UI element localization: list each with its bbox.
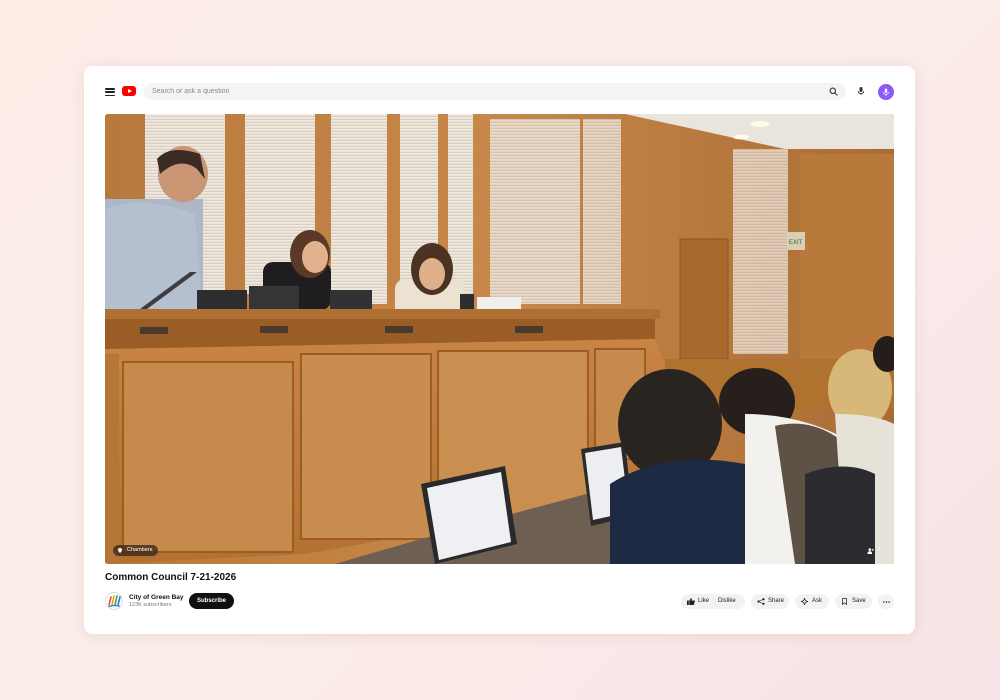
bookmark-icon (842, 598, 847, 605)
save-label: Save (852, 598, 866, 604)
youtube-logo-icon[interactable] (122, 86, 136, 96)
like-dislike-group: Like Dislike (681, 594, 745, 609)
subscriber-count: 123K subscribers (129, 602, 172, 608)
share-button[interactable]: Share (751, 594, 789, 609)
search-input[interactable] (152, 83, 812, 100)
like-button[interactable]: Like (681, 594, 713, 609)
viewer-count: 7 (865, 545, 884, 556)
location-chip[interactable]: Chambers (113, 545, 159, 556)
more-horizontal-icon (882, 600, 890, 603)
assistant-mic-button[interactable] (878, 84, 894, 100)
share-label: Share (768, 598, 785, 604)
dislike-label: Dislike (718, 598, 736, 604)
video-player[interactable]: EXIT Chambers 7 (105, 114, 894, 564)
top-bar (84, 66, 915, 114)
viewer-count-label: 7 (876, 547, 880, 553)
channel-name[interactable]: City of Green Bay (129, 594, 184, 601)
player-card: EXIT (84, 66, 915, 634)
like-label: Like (698, 598, 710, 604)
ask-button[interactable]: Ask (795, 594, 829, 609)
more-button[interactable] (878, 594, 894, 609)
video-title: Common Council 7-21-2026 (105, 572, 237, 583)
search-bar (144, 83, 846, 100)
location-pin-icon (118, 548, 122, 553)
search-icon[interactable] (829, 87, 838, 96)
assistant-mic-icon (883, 88, 889, 96)
subscribe-button[interactable]: Subscribe (189, 593, 234, 609)
channel-logo-icon (107, 595, 122, 608)
svg-text:EXIT: EXIT (789, 240, 803, 246)
channel-avatar[interactable] (105, 592, 123, 610)
dislike-button[interactable]: Dislike (714, 594, 745, 609)
like-icon (687, 598, 695, 605)
sparkle-icon (801, 598, 808, 605)
save-button[interactable]: Save (835, 594, 872, 609)
mic-icon[interactable] (855, 85, 867, 97)
location-chip-label: Chambers (127, 547, 153, 553)
share-icon (757, 598, 765, 605)
viewers-icon (867, 547, 874, 554)
menu-icon[interactable] (105, 88, 115, 97)
ask-label: Ask (812, 598, 823, 604)
video-frame: EXIT (105, 114, 894, 564)
